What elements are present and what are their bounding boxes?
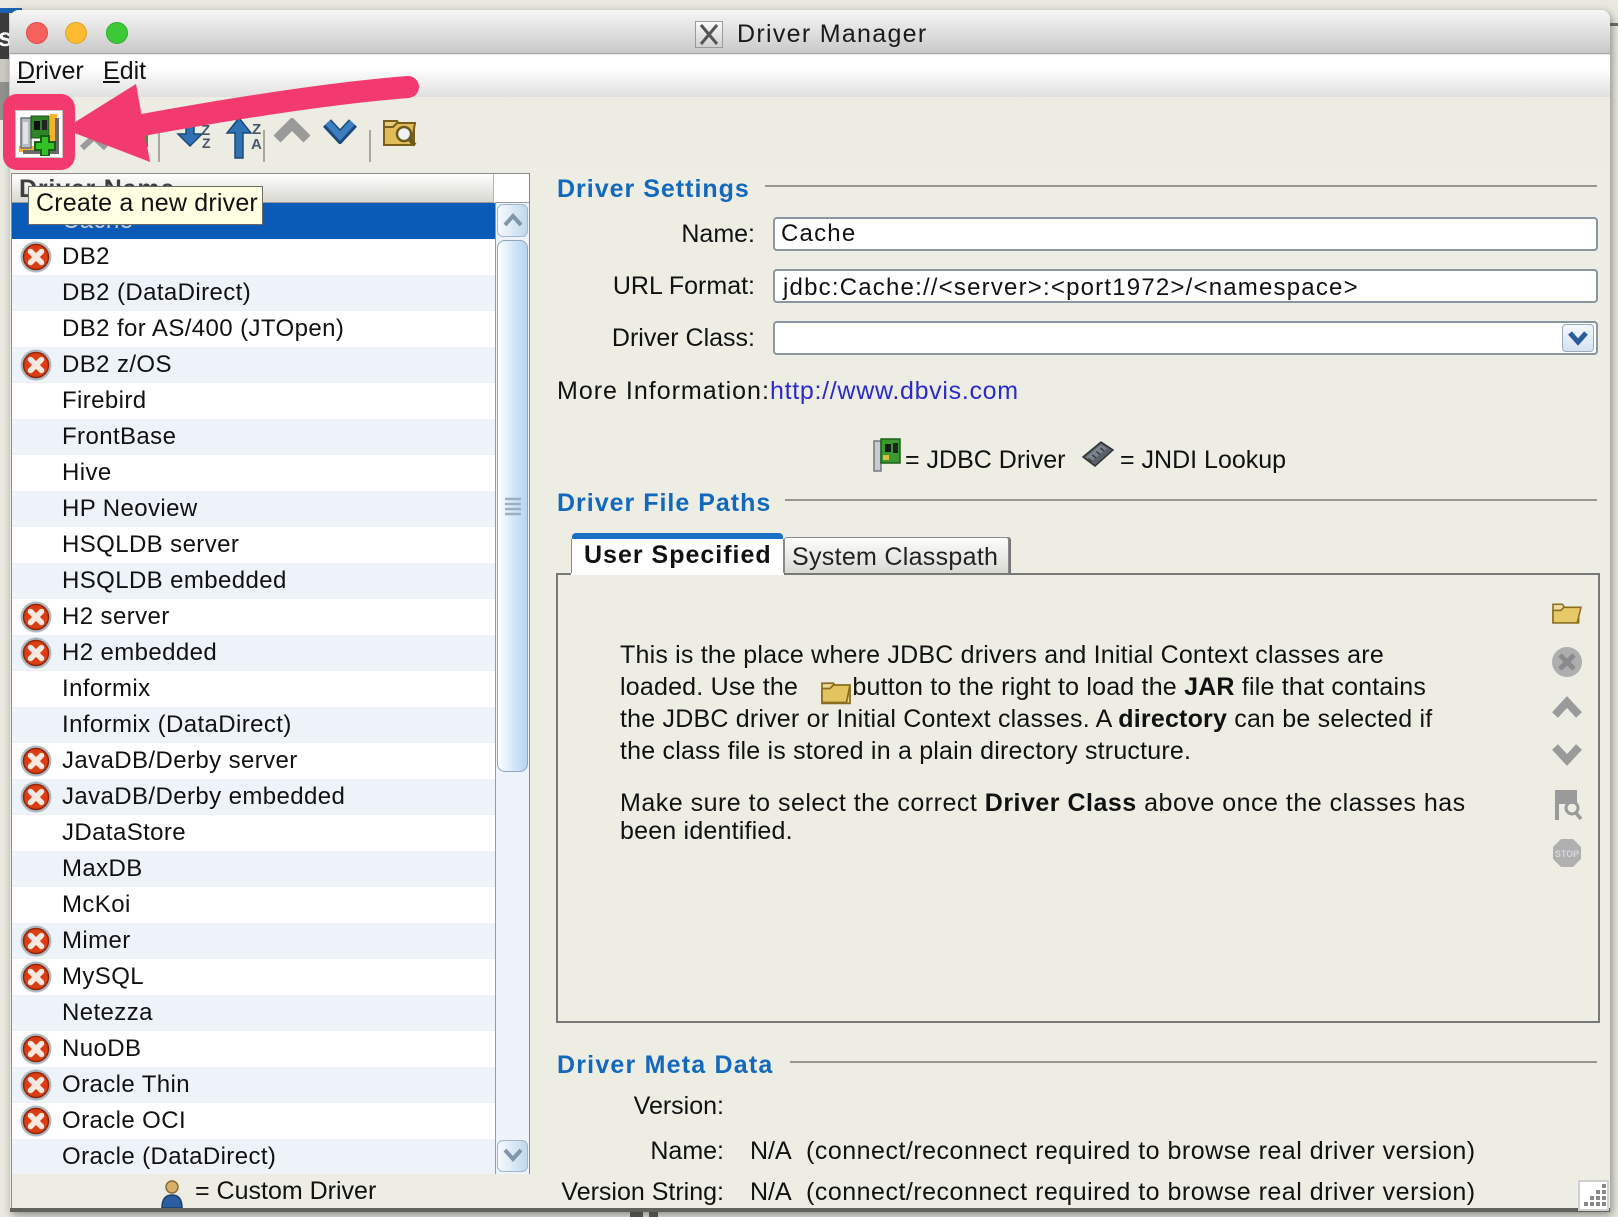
svg-text:STOP: STOP (1555, 849, 1579, 859)
